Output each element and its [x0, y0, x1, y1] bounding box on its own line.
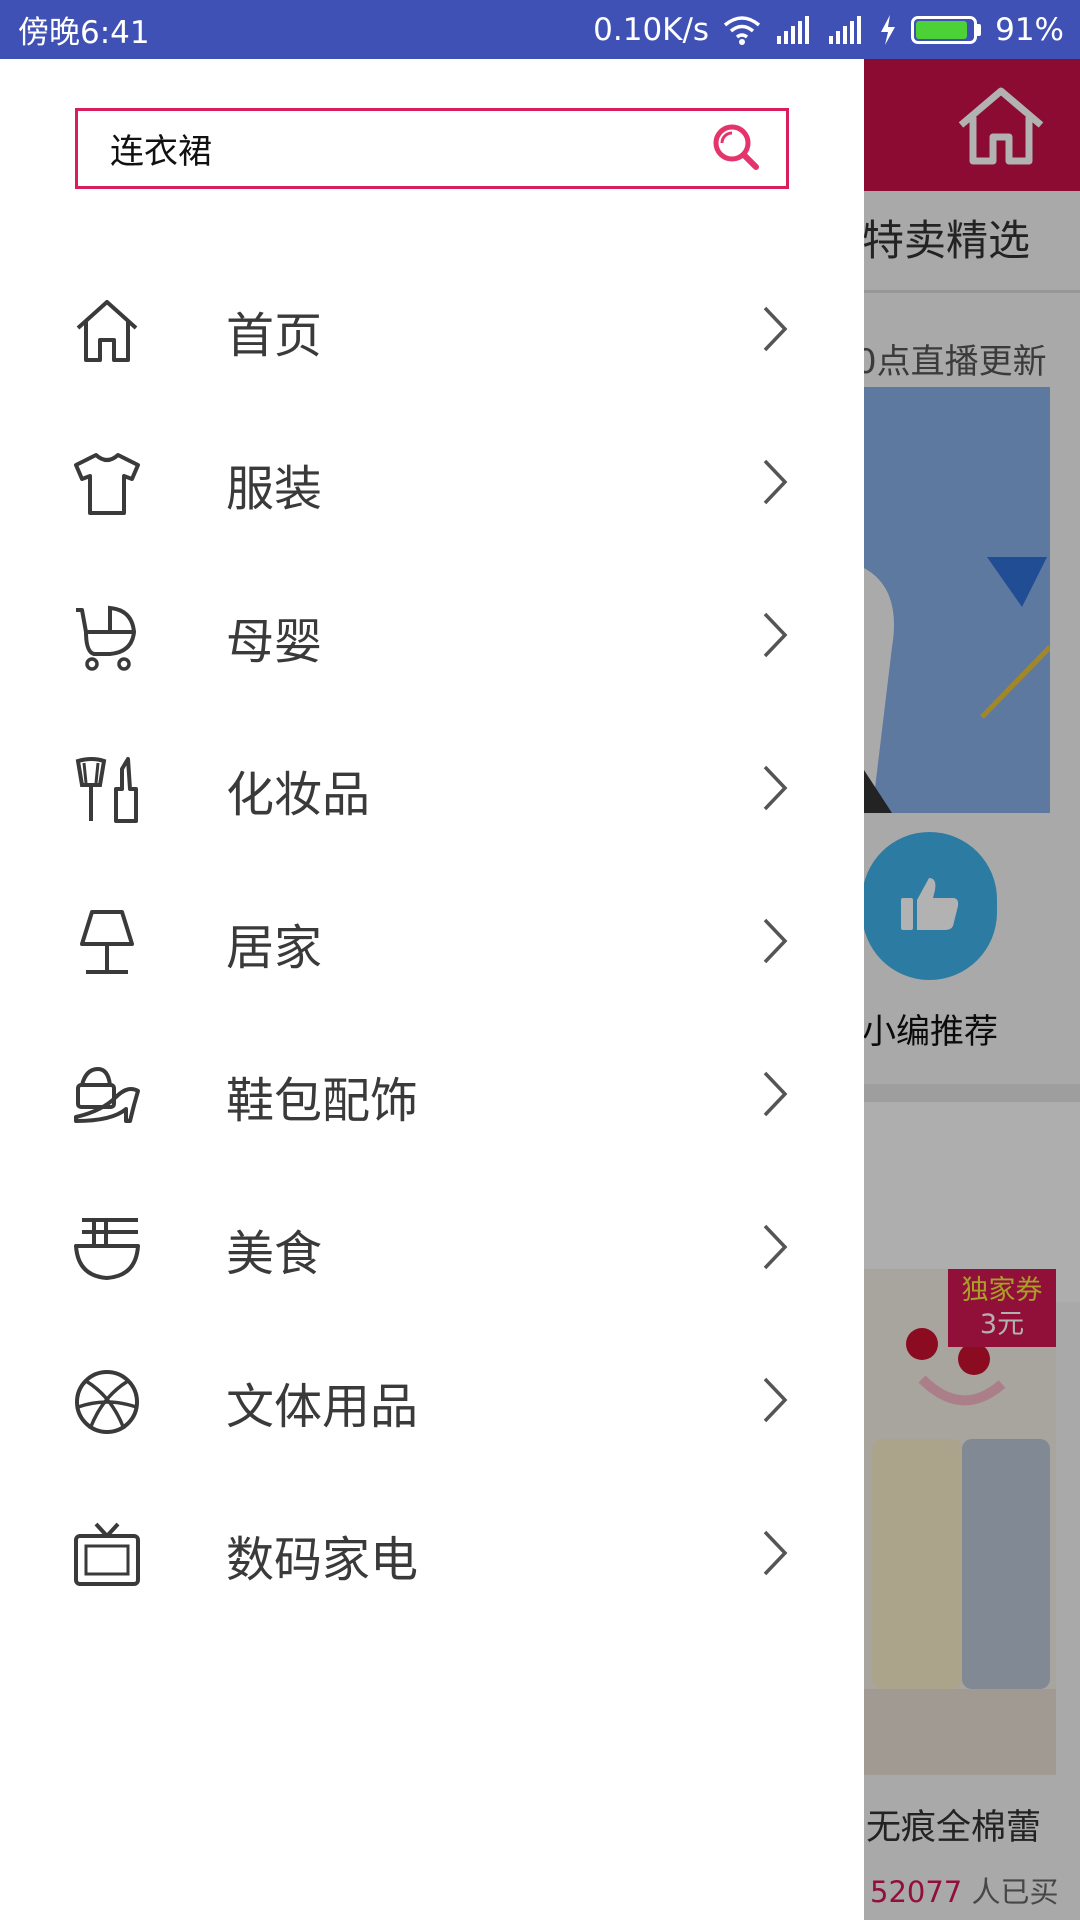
navigation-drawer: 首页 服装	[0, 59, 864, 1920]
status-indicators: 0.10K/s 91%	[593, 12, 1064, 48]
battery-percent: 91%	[995, 11, 1064, 48]
noodle-bowl-icon	[72, 1214, 142, 1284]
search-button[interactable]	[710, 121, 762, 177]
tshirt-icon	[72, 449, 142, 519]
menu-item-sports-stationery[interactable]: 文体用品	[0, 1325, 864, 1478]
menu-item-digital-appliances[interactable]: 数码家电	[0, 1478, 864, 1631]
menu-item-label: 首页	[226, 307, 323, 364]
basketball-icon	[72, 1367, 142, 1437]
stroller-icon	[72, 602, 142, 672]
menu-item-label: 服装	[226, 460, 323, 517]
shoe-bag-icon	[72, 1061, 142, 1131]
menu-item-shoes-bags[interactable]: 鞋包配饰	[0, 1019, 864, 1172]
chevron-right-icon	[760, 304, 790, 358]
chevron-right-icon	[760, 610, 790, 664]
lamp-icon	[72, 908, 142, 978]
menu-item-clothing[interactable]: 服装	[0, 407, 864, 560]
tv-icon	[72, 1520, 142, 1590]
chevron-right-icon	[760, 1375, 790, 1429]
chevron-right-icon	[760, 763, 790, 817]
search-icon	[710, 121, 762, 177]
signal-icon	[775, 15, 813, 44]
network-speed: 0.10K/s	[593, 11, 710, 48]
menu-item-label: 母婴	[226, 613, 323, 670]
chevron-right-icon	[760, 1069, 790, 1123]
search-input[interactable]	[110, 128, 710, 169]
chevron-right-icon	[760, 457, 790, 511]
chevron-right-icon	[760, 1222, 790, 1276]
menu-item-label: 居家	[226, 919, 323, 976]
charging-icon	[879, 14, 897, 45]
menu-item-label: 文体用品	[226, 1378, 419, 1435]
menu-item-cosmetics[interactable]: 化妆品	[0, 713, 864, 866]
menu-item-label: 化妆品	[226, 766, 371, 823]
battery-icon	[911, 15, 982, 44]
wifi-icon	[723, 15, 761, 45]
menu-item-mother-baby[interactable]: 母婴	[0, 560, 864, 713]
menu-item-label: 美食	[226, 1225, 323, 1282]
status-bar: 傍晚6:41 0.10K/s 91%	[0, 0, 1080, 59]
chevron-right-icon	[760, 916, 790, 970]
status-time: 傍晚6:41	[18, 15, 150, 51]
menu-item-label: 鞋包配饰	[226, 1072, 419, 1129]
cosmetics-icon	[72, 755, 142, 825]
menu-item-label: 数码家电	[226, 1531, 419, 1588]
menu-item-food[interactable]: 美食	[0, 1172, 864, 1325]
chevron-right-icon	[760, 1528, 790, 1582]
home-icon	[72, 296, 142, 366]
menu-item-home-living[interactable]: 居家	[0, 866, 864, 1019]
category-menu: 首页 服装 母婴 化妆品 居家 鞋包配饰 美食 文体用品 数码家电	[0, 254, 864, 1631]
signal-icon	[827, 15, 865, 44]
menu-item-home[interactable]: 首页	[0, 254, 864, 407]
search-box	[75, 108, 789, 189]
